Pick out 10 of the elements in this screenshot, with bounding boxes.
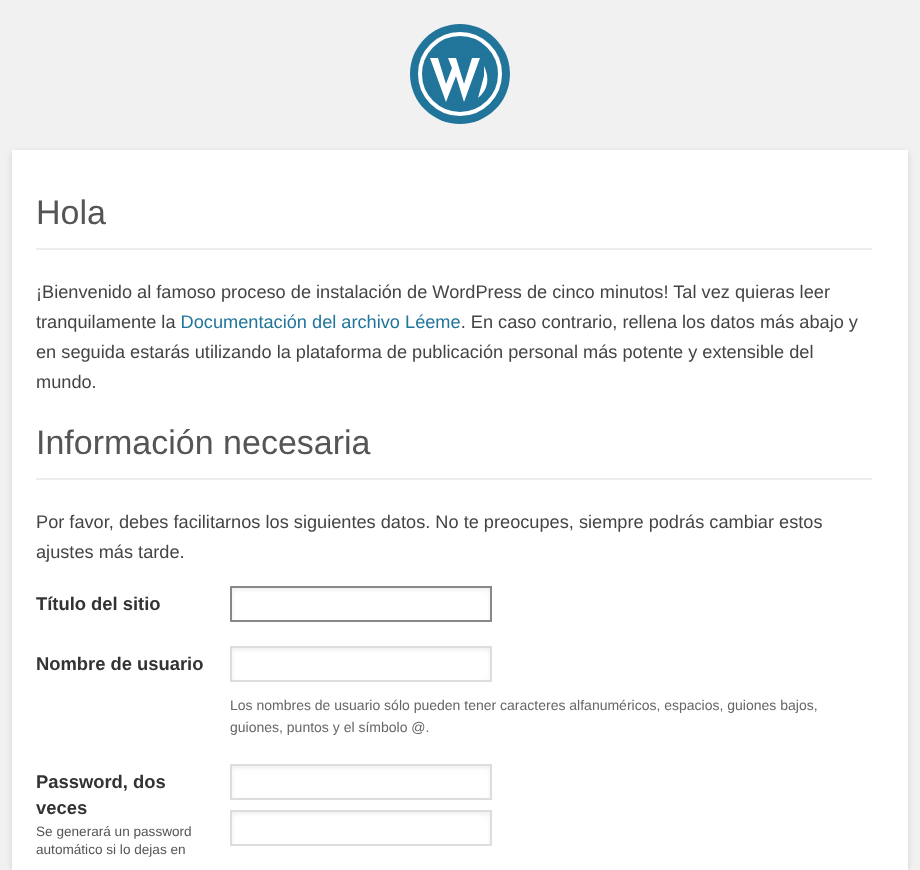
field-label: Título del sitio <box>36 592 161 618</box>
readme-link[interactable]: Documentación del archivo Léeme <box>180 312 461 332</box>
logo-icon <box>408 22 512 126</box>
intro-text: Por favor, debes facilitarnos los siguientes datos. No te preocupes, siempre podrás cambiar estos ajustes más tarde. <box>36 510 825 566</box>
field-label: Password, dos veces <box>36 770 168 822</box>
section-heading: Hola <box>36 192 106 236</box>
field-label: Nombre de usuario <box>36 652 204 678</box>
input-field[interactable] <box>230 586 492 622</box>
section-heading: Información necesaria <box>36 422 371 466</box>
intro-text: ¡Bienvenido al famoso proceso de instalación de WordPress de cinco minutos! Tal vez quieras leer tranquilamente la Documentación del archivo Léeme. En caso contrario, rellena los datos más abajo y en seguida estarás utilizando la plataforma de publicación personal más potente y extensible del mundo. <box>36 280 860 396</box>
